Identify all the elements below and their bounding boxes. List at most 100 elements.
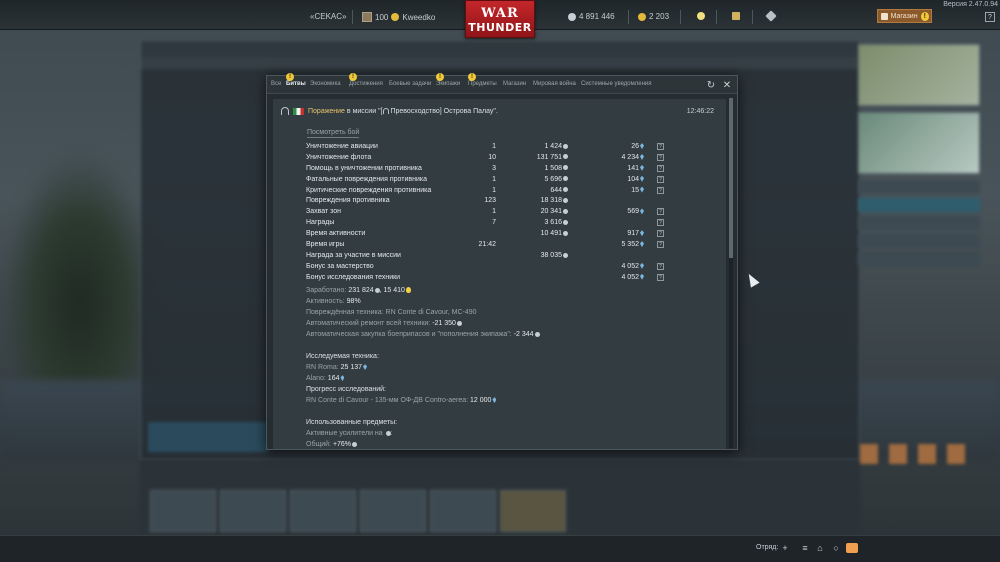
premium-button[interactable]: [732, 12, 740, 20]
coupon-button[interactable]: [765, 10, 777, 22]
research-header: Исследуемая техника:: [306, 353, 379, 360]
squadron-icon[interactable]: ⌂: [815, 543, 825, 553]
tab-economy[interactable]: Экономика: [310, 81, 341, 87]
background-item-slots: [860, 444, 980, 468]
background-right-column: [858, 44, 980, 404]
earned-line: Заработано: 231 824, 15 410: [306, 287, 411, 294]
messages-icon[interactable]: [846, 543, 858, 553]
tab-crews[interactable]: ! Экипажи: [436, 73, 460, 87]
reward-name: Повреждения противника: [306, 197, 390, 205]
profile[interactable]: 100 Kweedko: [362, 12, 435, 22]
reward-row: Время активности 10 491 917?: [306, 228, 664, 239]
tab-all[interactable]: Все: [271, 81, 281, 87]
reward-silver-lions: 10 491: [540, 230, 562, 238]
contacts-icon[interactable]: ≡: [800, 543, 810, 553]
refresh-icon[interactable]: ↻: [705, 79, 717, 91]
silver-lions-icon: [563, 252, 568, 258]
tab-battles[interactable]: ! Битвы: [286, 73, 306, 87]
progress-header: Прогресс исследований:: [306, 386, 386, 393]
tab-shop[interactable]: Магазин: [503, 81, 526, 87]
coupon-icon: [765, 10, 777, 22]
research-points-icon: [640, 230, 644, 237]
reward-info-button[interactable]: ?: [657, 142, 664, 150]
silver-lions-icon: [534, 331, 540, 337]
reward-info-button[interactable]: ?: [657, 208, 664, 216]
reward-research-points: 4 052: [621, 262, 639, 270]
chat-bubble-icon[interactable]: ○: [831, 543, 841, 553]
reward-info-button[interactable]: ?: [657, 273, 664, 281]
lightbulb-icon: [405, 287, 411, 294]
tab-world-war[interactable]: Мировая война: [533, 81, 576, 87]
reward-info-button[interactable]: ?: [657, 262, 664, 270]
silver-lions-icon: [563, 154, 568, 160]
mission-mode: Превосходство] Острова Палау".: [388, 107, 498, 115]
reward-info-button[interactable]: ?: [657, 153, 664, 161]
research-points-icon: [640, 208, 644, 215]
reward-info-button[interactable]: ?: [657, 164, 664, 172]
reward-count: 7: [492, 219, 496, 227]
shop-badge: !: [920, 11, 929, 21]
reward-research-points: 15: [631, 186, 639, 194]
reward-name: Награды: [306, 219, 335, 227]
help-button[interactable]: ?: [985, 12, 995, 22]
battle-result-message: Поражение в миссии "[ Превосходство] Ост…: [273, 99, 726, 449]
progress-line: RN Conte di Cavour - 135-мм ОФ-ДВ Contro…: [306, 397, 497, 404]
reward-name: Помощь в уничтожении противника: [306, 164, 422, 172]
reward-silver-lions: 3 616: [544, 219, 562, 227]
tab-items[interactable]: ! Предметы: [468, 73, 497, 87]
damaged-vehicles-line: Повреждённая техника: RN Conte di Cavour…: [306, 309, 477, 316]
reward-count: 1: [492, 186, 496, 194]
view-battle-button[interactable]: Посмотреть бой: [307, 129, 360, 138]
tab-battle-tasks[interactable]: Боевые задачи: [389, 81, 431, 87]
battle-messages-window: Все ! Битвы Экономика ! Достижения Боевые …: [266, 73, 738, 450]
gold-eagles-balance[interactable]: 2 203: [638, 12, 669, 21]
silver-lions-balance[interactable]: 4 891 446: [568, 12, 615, 21]
reward-research-points: 4 052: [621, 273, 639, 281]
italy-flag-icon: [293, 107, 304, 115]
reward-count: 10: [488, 153, 496, 161]
research-points-icon: [340, 375, 345, 382]
lightbulb-button[interactable]: [697, 12, 705, 20]
reward-row: Бонус за мастерство 4 052?: [306, 261, 664, 272]
parachute-icon: [281, 107, 289, 115]
scrollbar-thumb[interactable]: [729, 98, 733, 258]
reward-info-button[interactable]: ?: [657, 219, 664, 227]
message-tabs: Все ! Битвы Экономика ! Достижения Боевые …: [267, 73, 737, 94]
reward-info-button[interactable]: ?: [657, 186, 664, 194]
silver-lions-icon: [456, 320, 462, 326]
bottom-bar: Отряд: + ≡ ⌂ ○: [0, 535, 1000, 562]
silver-lions-icon: [352, 441, 358, 447]
reward-row: Уничтожение флота 10 131 751 4 234?: [306, 152, 664, 163]
squadron-tag[interactable]: «CEKAC»: [310, 12, 346, 21]
avatar: [362, 12, 372, 22]
reward-count: 3: [492, 164, 496, 172]
lightbulb-icon: [697, 12, 705, 20]
reward-name: Уничтожение авиации: [306, 142, 378, 150]
reward-name: Фатальные повреждения противника: [306, 175, 427, 183]
reward-name: Время активности: [306, 230, 366, 238]
research-points-icon: [640, 143, 644, 150]
silver-lions-icon: [563, 165, 568, 171]
message-time: 12:46:22: [686, 108, 714, 115]
message-scrollbar[interactable]: [729, 98, 733, 448]
war-thunder-logo[interactable]: WAR THUNDER: [465, 0, 535, 38]
player-level: 100: [375, 12, 389, 22]
shop-button[interactable]: Магазин !: [877, 9, 932, 23]
reward-row: Награды 7 3 616?: [306, 217, 664, 228]
reward-info-button[interactable]: ?: [657, 230, 664, 238]
silver-lions-icon: [563, 198, 568, 204]
reward-count: 123: [484, 197, 496, 205]
reward-name: Захват зон: [306, 208, 342, 216]
silver-lions-icon: [563, 208, 568, 214]
activity-line: Активность: 98%: [306, 298, 361, 305]
silver-lions-icon: [563, 187, 568, 193]
close-icon[interactable]: ✕: [721, 79, 733, 91]
research-points-icon: [640, 153, 644, 160]
add-squad-member-icon[interactable]: +: [780, 543, 790, 553]
reward-table: Уничтожение авиации 1 1 424 26? Уничтожение …: [306, 141, 664, 283]
reward-silver-lions: 20 341: [540, 208, 562, 216]
reward-info-button[interactable]: ?: [657, 240, 664, 248]
reward-info-button[interactable]: ?: [657, 175, 664, 183]
tab-system-notifications[interactable]: Системные уведомления: [581, 81, 652, 87]
tab-achievements[interactable]: ! Достижения: [349, 73, 383, 87]
